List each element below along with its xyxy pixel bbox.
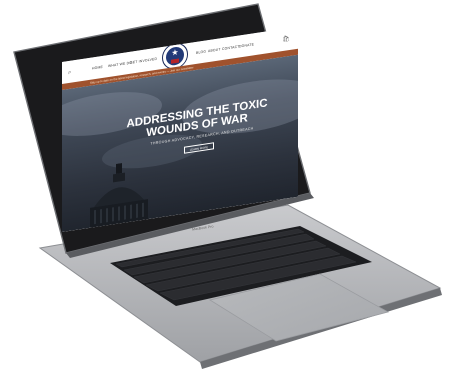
laptop-scene: ⌕ HOME WHAT WE DO GET INVOLVED ★ BLOG AB…: [0, 0, 450, 369]
website-screen: ⌕ HOME WHAT WE DO GET INVOLVED ★ BLOG AB…: [62, 26, 298, 232]
nav-item-home[interactable]: HOME: [92, 65, 103, 71]
capitol-dome-image: [90, 163, 148, 228]
nav-item-get-involved[interactable]: GET INVOLVED: [130, 57, 157, 65]
cart-icon[interactable]: 🛍: [282, 35, 290, 43]
nav-item-donate[interactable]: DONATE: [239, 42, 254, 48]
nav-item-contact[interactable]: CONTACT: [222, 44, 240, 51]
search-icon[interactable]: ⌕: [68, 69, 71, 78]
nav-item-blog[interactable]: BLOG: [196, 49, 206, 55]
nav-item-about[interactable]: ABOUT: [208, 47, 221, 53]
nav-item-what-we-do[interactable]: WHAT WE DO: [108, 61, 132, 69]
